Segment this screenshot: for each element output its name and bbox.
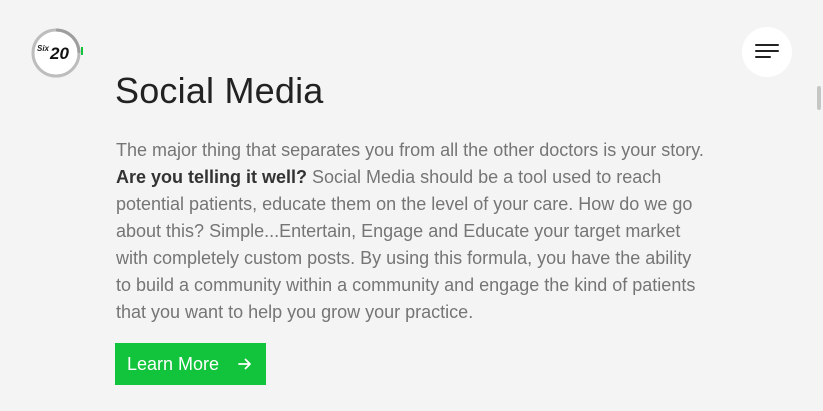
logo-mark-icon: Six 20 [31,28,83,78]
paragraph-line: that you want to help you grow your prac… [116,302,474,322]
logo-small-text: Six [37,44,50,53]
paragraph-line: Are you telling it well? Social Media sh… [116,164,716,191]
section-paragraph: The major thing that separates you from … [116,137,716,326]
paragraph-line-rest: Social Media should be a tool used to re… [307,167,662,187]
scrollbar-thumb[interactable] [817,86,821,110]
paragraph-line: with completely custom posts. By using t… [116,248,692,268]
arrow-right-icon [238,358,251,370]
learn-more-button[interactable]: Learn More [115,343,266,385]
paragraph-line: The major thing that separates you from … [116,140,704,160]
hamburger-menu-icon [755,44,779,60]
logo-big-text: 20 [49,44,69,63]
learn-more-label: Learn More [127,354,220,374]
menu-button[interactable] [742,27,792,77]
paragraph-line: to build a community within a community … [116,275,696,295]
brand-logo[interactable]: Six 20 [31,27,83,79]
paragraph-line: about this? Simple...Entertain, Engage a… [116,221,681,241]
section-title: Social Media [115,70,324,111]
paragraph-bold-question: Are you telling it well? [116,167,308,187]
paragraph-line: potential patients, educate them on the … [116,194,693,214]
page: Six 20 Social Media The major thing that… [0,0,823,411]
